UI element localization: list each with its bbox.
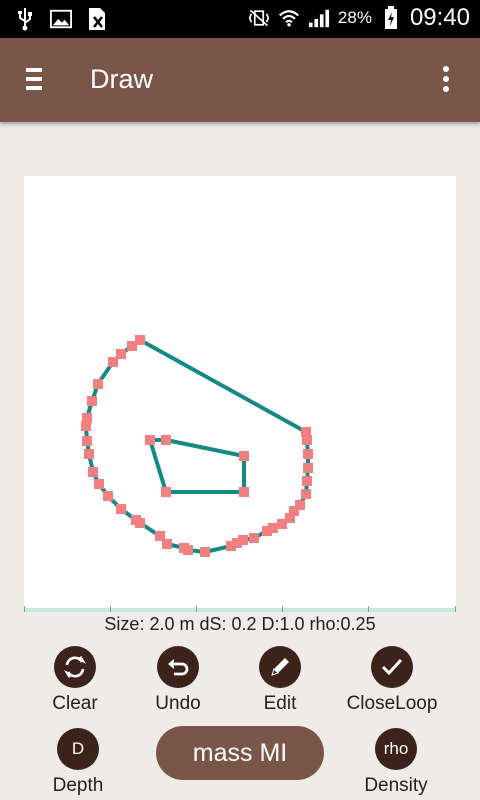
drawing-svg <box>81 335 313 557</box>
outer-loop-point[interactable] <box>303 449 313 459</box>
inner-loop-point[interactable] <box>239 487 249 497</box>
usb-icon <box>14 6 36 32</box>
close-loop-button[interactable]: CloseLoop <box>337 646 447 715</box>
image-icon <box>50 6 72 32</box>
density-button[interactable]: rho Density <box>341 728 451 797</box>
outer-loop-point[interactable] <box>87 396 97 406</box>
pencil-icon <box>259 646 301 688</box>
outer-loop-point[interactable] <box>301 427 311 437</box>
undo-icon <box>157 646 199 688</box>
signal-icon <box>308 5 330 31</box>
clear-label: Clear <box>52 693 98 714</box>
page-title: Draw <box>90 64 154 94</box>
hamburger-menu-icon[interactable] <box>26 68 48 94</box>
edit-label: Edit <box>263 693 297 714</box>
outer-loop-point[interactable] <box>116 504 126 514</box>
outer-loop-point[interactable] <box>162 539 172 549</box>
mass-mi-button[interactable]: mass MI <box>156 726 324 780</box>
drawing-canvas[interactable] <box>24 176 456 610</box>
density-label: Density <box>364 775 428 796</box>
outer-loop-point[interactable] <box>303 463 313 473</box>
outer-loop-point[interactable] <box>135 518 145 528</box>
more-vertical-icon[interactable] <box>440 66 452 96</box>
parameters-readout: Size: 2.0 m dS: 0.2 D:1.0 rho:0.25 <box>104 614 376 634</box>
battery-charging-icon <box>380 5 402 31</box>
density-glyph: rho <box>383 739 409 758</box>
depth-button[interactable]: D Depth <box>23 728 133 797</box>
outer-loop-point[interactable] <box>238 535 248 545</box>
inner-loop-point[interactable] <box>239 451 249 461</box>
status-bar: 28% 09:40 <box>0 0 480 38</box>
outer-loop-point[interactable] <box>268 523 278 533</box>
inner-loop-point[interactable] <box>161 435 171 445</box>
vibrate-off-icon <box>248 5 270 31</box>
outer-loop-point[interactable] <box>301 489 311 499</box>
outer-loop-point[interactable] <box>127 341 137 351</box>
undo-label: Undo <box>155 693 201 714</box>
outer-loop-point[interactable] <box>93 379 103 389</box>
close-loop-label: CloseLoop <box>346 693 438 714</box>
clear-button[interactable]: Clear <box>20 646 130 715</box>
outer-loop-point[interactable] <box>249 533 259 543</box>
scale-ruler <box>24 606 456 612</box>
inner-loop-path <box>148 438 246 494</box>
inner-loop-point[interactable] <box>161 487 171 497</box>
undo-button[interactable]: Undo <box>123 646 233 715</box>
inner-loop-point[interactable] <box>145 435 155 445</box>
outer-loop-point[interactable] <box>81 421 91 431</box>
outer-loop-point[interactable] <box>82 436 92 446</box>
refresh-icon <box>54 646 96 688</box>
depth-glyph: D <box>71 739 85 758</box>
outer-loop-point[interactable] <box>94 479 104 489</box>
outer-loop-point[interactable] <box>88 467 98 477</box>
outer-loop-point[interactable] <box>200 547 210 557</box>
edit-button[interactable]: Edit <box>225 646 335 715</box>
outer-loop-point[interactable] <box>183 545 193 555</box>
outer-loop-point[interactable] <box>295 500 305 510</box>
density-icon: rho <box>375 728 417 770</box>
outer-loop-point[interactable] <box>84 449 94 459</box>
wifi-icon <box>278 5 300 31</box>
sim-blocked-icon <box>86 6 108 32</box>
app-bar: Draw <box>0 38 480 122</box>
depth-label: Depth <box>52 775 104 796</box>
outer-loop-point[interactable] <box>103 491 113 501</box>
check-icon <box>371 646 413 688</box>
depth-icon: D <box>57 728 99 770</box>
outer-loop-point[interactable] <box>108 357 118 367</box>
status-clock: 09:40 <box>409 4 470 31</box>
battery-percent: 28% <box>337 8 372 27</box>
outer-loop-point[interactable] <box>302 476 312 486</box>
